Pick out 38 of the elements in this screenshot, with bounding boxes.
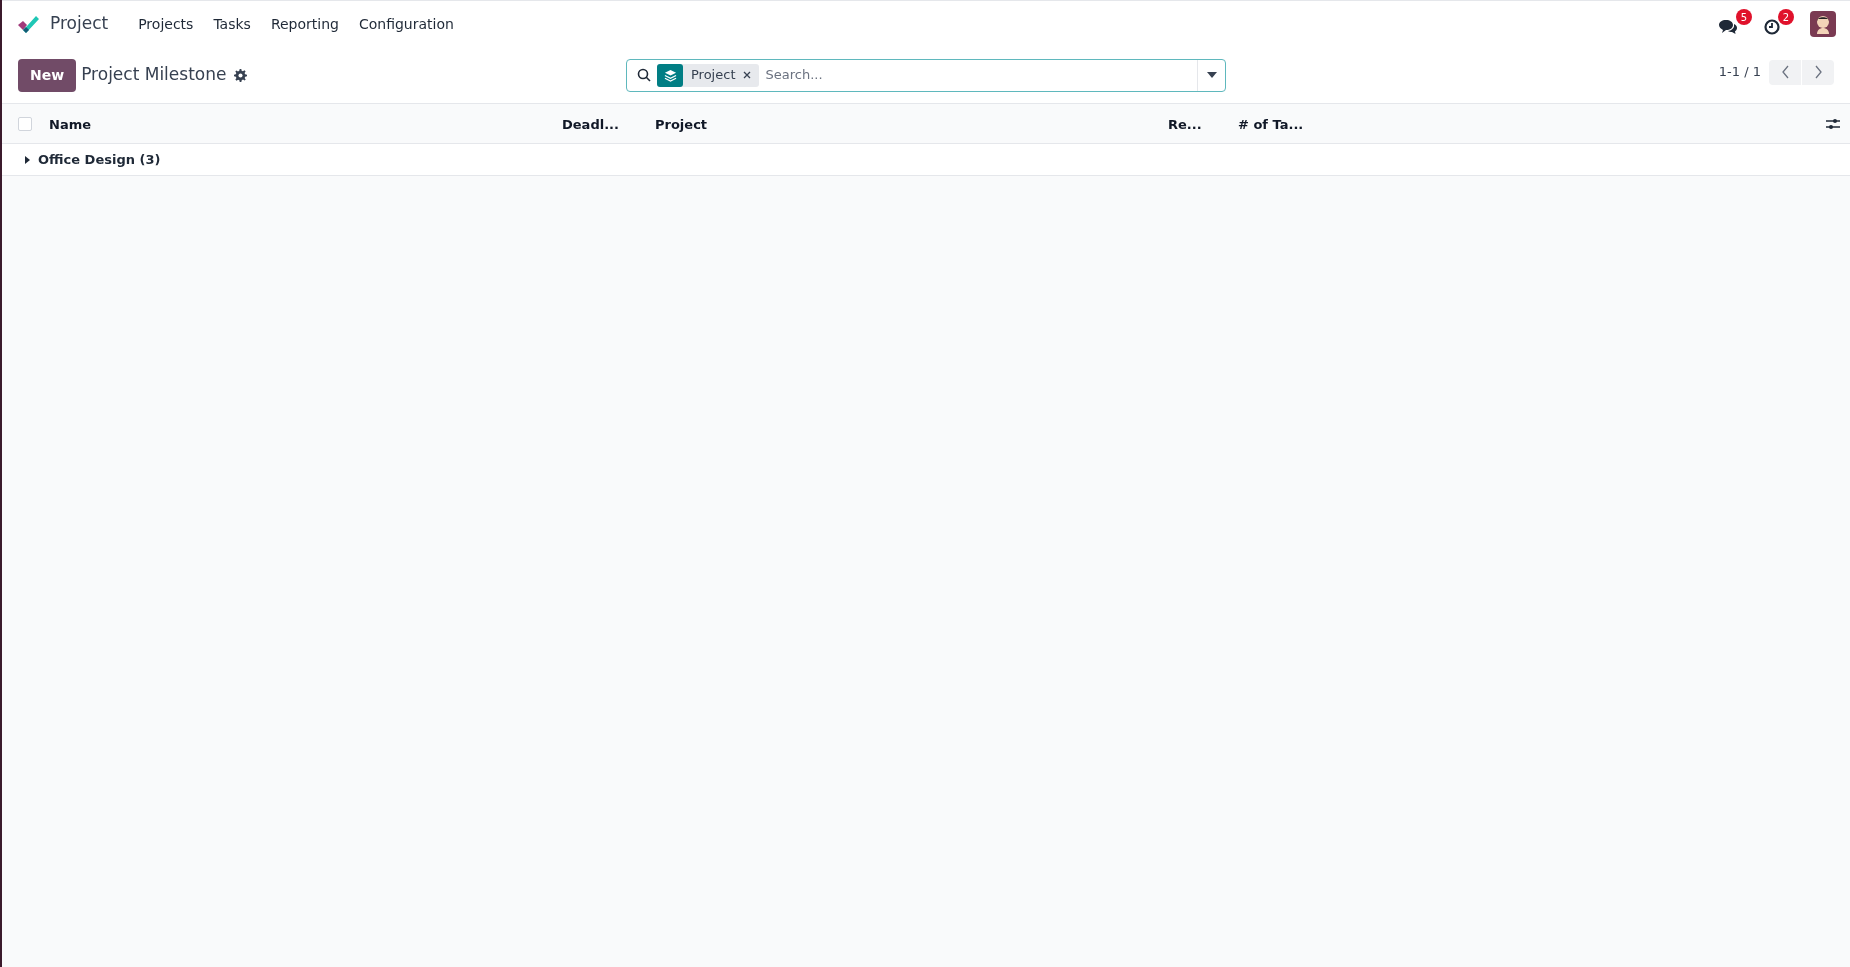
search-facet[interactable]: Project xyxy=(657,63,760,87)
search-bar[interactable]: Project Search... xyxy=(626,58,1226,92)
column-header[interactable]: Re... xyxy=(1168,116,1202,132)
sliders-icon[interactable] xyxy=(1826,116,1840,131)
chevron-left-icon xyxy=(1781,65,1789,79)
column-header[interactable]: Deadl... xyxy=(562,116,619,132)
user-avatar[interactable] xyxy=(1810,11,1836,37)
search-icon xyxy=(637,68,651,82)
close-icon[interactable] xyxy=(743,71,752,79)
group-row[interactable]: Office Design (3) xyxy=(2,144,1850,176)
page-title: Project Milestone xyxy=(81,63,227,87)
select-all-checkbox[interactable] xyxy=(18,116,32,131)
chevron-right-icon xyxy=(1814,65,1822,79)
layers-icon xyxy=(657,63,683,87)
caret-icon xyxy=(1206,72,1217,78)
activities-button[interactable]: 2 xyxy=(1760,7,1796,41)
column-header[interactable]: Name xyxy=(49,116,91,132)
clock-icon xyxy=(1764,19,1780,35)
column-header[interactable]: # of Ta... xyxy=(1238,116,1304,132)
next-button[interactable] xyxy=(1802,59,1834,85)
column-header[interactable]: Project xyxy=(655,116,708,132)
caret-icon xyxy=(25,155,31,164)
pager-value[interactable]: 1-1 / 1 xyxy=(1718,62,1761,82)
facet-label: Project xyxy=(690,66,737,85)
menu-item[interactable]: Configuration xyxy=(348,13,464,35)
group-label: Office Design (3) xyxy=(38,150,161,169)
checkmark-logo-icon xyxy=(16,14,40,34)
app-name[interactable]: Project xyxy=(50,11,109,37)
chat-bubbles-icon xyxy=(1718,19,1738,35)
new-button[interactable]: New xyxy=(18,58,77,92)
gear-icon[interactable] xyxy=(234,68,248,82)
previous-button[interactable] xyxy=(1769,59,1801,85)
notification-badge: 2 xyxy=(1778,9,1794,25)
menu-item[interactable]: Reporting xyxy=(260,13,349,35)
menu-item[interactable]: Projects xyxy=(128,13,204,35)
notification-badge: 5 xyxy=(1736,9,1752,25)
menu-item[interactable]: Tasks xyxy=(203,13,261,35)
messages-button[interactable]: 5 xyxy=(1714,7,1754,41)
